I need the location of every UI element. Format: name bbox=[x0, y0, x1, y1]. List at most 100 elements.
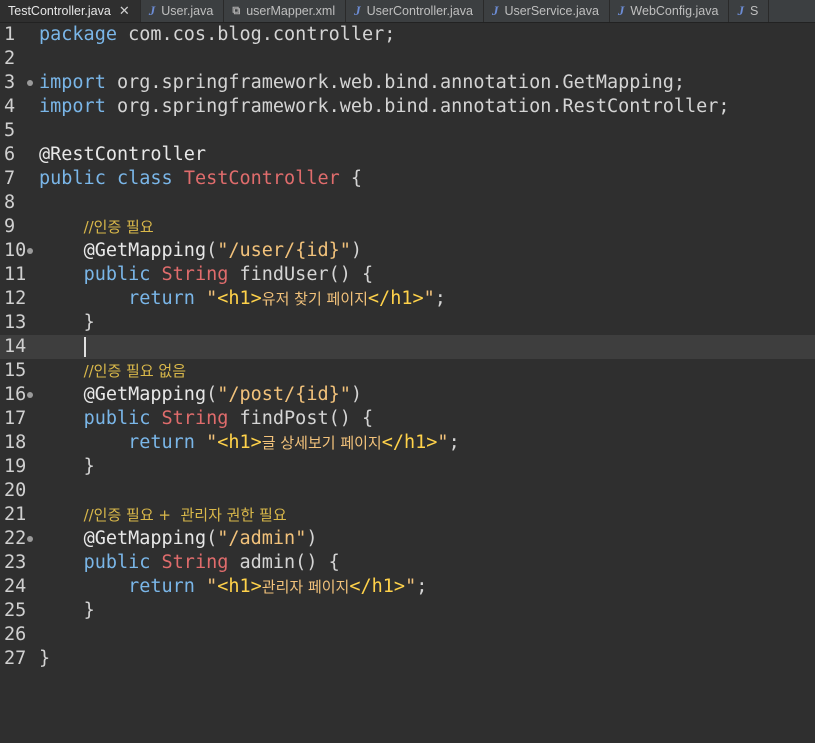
tab-user-java[interactable]: J User.java bbox=[141, 0, 225, 22]
line-number: 16 bbox=[4, 384, 27, 405]
line-number: 2 bbox=[4, 48, 16, 69]
line-number: 5 bbox=[4, 120, 16, 141]
paren: ) bbox=[350, 240, 363, 261]
current-line[interactable]: 14 bbox=[0, 335, 815, 359]
code-text: findUser() { bbox=[228, 264, 374, 285]
keyword: public bbox=[83, 264, 151, 285]
paren: ) bbox=[350, 384, 363, 405]
code-text: } bbox=[39, 648, 51, 669]
semicolon: ; bbox=[448, 432, 460, 453]
line-number: 10 bbox=[4, 240, 27, 261]
keyword: return bbox=[128, 576, 195, 597]
code-line: 26 bbox=[0, 623, 815, 647]
code-line: 12 return "<h1>유저 찾기 페이지</h1>"; bbox=[0, 287, 815, 311]
comment: //인증 필요 bbox=[83, 218, 154, 236]
code-text: com.cos.blog.controller; bbox=[116, 24, 396, 45]
java-file-icon: J bbox=[737, 3, 744, 18]
code-text: admin() { bbox=[228, 552, 340, 573]
annotation: @GetMapping bbox=[83, 384, 207, 405]
code-text: findPost() { bbox=[228, 408, 374, 429]
tab-label: User.java bbox=[161, 4, 214, 18]
quote: " bbox=[206, 432, 218, 453]
code-line: 6 @RestController bbox=[0, 143, 815, 167]
html-tag: </h1> bbox=[367, 288, 424, 309]
code-line: 9 //인증 필요 bbox=[0, 215, 815, 239]
tab-usermapper-xml[interactable]: ⧉ userMapper.xml bbox=[224, 0, 347, 22]
code-line: 13 } bbox=[0, 311, 815, 335]
line-number: 23 bbox=[4, 552, 27, 573]
line-number: 4 bbox=[4, 96, 16, 117]
semicolon: ; bbox=[434, 288, 446, 309]
java-file-icon: J bbox=[354, 3, 361, 18]
java-file-icon: J bbox=[491, 3, 499, 18]
annotation: @GetMapping bbox=[83, 528, 207, 549]
code-line: 5 bbox=[0, 119, 815, 143]
code-editor[interactable]: 1 package com.cos.blog.controller; 2 3 i… bbox=[0, 23, 815, 671]
line-number: 7 bbox=[4, 168, 16, 189]
class-name: String bbox=[161, 552, 229, 573]
line-number: 12 bbox=[4, 288, 27, 309]
line-number: 17 bbox=[4, 408, 27, 429]
fold-toggle-icon[interactable] bbox=[27, 392, 33, 398]
line-number: 26 bbox=[4, 624, 27, 645]
annotation: @GetMapping bbox=[83, 240, 207, 261]
code-text: } bbox=[83, 456, 95, 477]
close-icon[interactable]: ✕ bbox=[119, 3, 130, 19]
tab-webconfig-java[interactable]: J WebConfig.java bbox=[610, 0, 730, 22]
fold-toggle-icon[interactable] bbox=[27, 80, 33, 86]
html-tag: </h1> bbox=[349, 576, 406, 597]
paren: ( bbox=[206, 240, 218, 261]
quote: " bbox=[423, 288, 435, 309]
comment: //인증 필요 없음 bbox=[83, 362, 187, 380]
keyword: class bbox=[116, 168, 173, 189]
code-line: 7 public class TestController { bbox=[0, 167, 815, 191]
line-number: 8 bbox=[4, 192, 16, 213]
code-line: 22 @GetMapping("/admin") bbox=[0, 527, 815, 551]
tab-userservice-java[interactable]: J UserService.java bbox=[484, 0, 610, 22]
code-line: 15 //인증 필요 없음 bbox=[0, 359, 815, 383]
tab-label: WebConfig.java bbox=[630, 4, 719, 18]
fold-toggle-icon[interactable] bbox=[27, 248, 33, 254]
quote: " bbox=[437, 432, 449, 453]
code-line: 3 import org.springframework.web.bind.an… bbox=[0, 71, 815, 95]
tab-overflow-partial[interactable]: J S bbox=[729, 0, 770, 22]
line-number: 18 bbox=[4, 432, 27, 453]
string-text: 관리자 페이지 bbox=[261, 578, 350, 596]
tab-label: UserService.java bbox=[504, 4, 599, 18]
annotation: @RestController bbox=[39, 144, 207, 165]
tab-testcontroller-java[interactable]: TestController.java ✕ bbox=[0, 0, 141, 22]
code-line: 10 @GetMapping("/user/{id}") bbox=[0, 239, 815, 263]
tab-label: S bbox=[749, 4, 759, 18]
xml-file-icon: ⧉ bbox=[232, 4, 241, 17]
code-text: } bbox=[83, 600, 95, 621]
paren: ) bbox=[306, 528, 318, 549]
code-text: } bbox=[83, 312, 95, 333]
tab-label: UserController.java bbox=[366, 4, 473, 18]
tab-label: TestController.java bbox=[8, 4, 111, 18]
java-file-icon: J bbox=[148, 3, 156, 18]
quote: " bbox=[405, 576, 417, 597]
tab-usercontroller-java[interactable]: J UserController.java bbox=[346, 0, 484, 22]
comment: //인증 필요 + 관리자 권한 필요 bbox=[83, 506, 287, 524]
code-text: { bbox=[339, 168, 363, 189]
line-number: 21 bbox=[4, 504, 27, 525]
keyword: return bbox=[128, 432, 195, 453]
tab-label: userMapper.xml bbox=[246, 4, 336, 18]
quote: " bbox=[206, 288, 218, 309]
line-number: 15 bbox=[4, 360, 27, 381]
line-number: 14 bbox=[4, 336, 27, 357]
line-number: 20 bbox=[4, 480, 27, 501]
code-line: 2 bbox=[0, 47, 815, 71]
keyword: package bbox=[39, 24, 117, 45]
paren: ( bbox=[206, 384, 218, 405]
string-text: 유저 찾기 페이지 bbox=[261, 290, 368, 308]
line-number: 19 bbox=[4, 456, 27, 477]
code-line: 25 } bbox=[0, 599, 815, 623]
editor-tab-bar: TestController.java ✕ J User.java ⧉ user… bbox=[0, 0, 815, 23]
class-name: TestController bbox=[183, 168, 340, 189]
code-line: 21 //인증 필요 + 관리자 권한 필요 bbox=[0, 503, 815, 527]
line-number: 24 bbox=[4, 576, 27, 597]
fold-toggle-icon[interactable] bbox=[27, 536, 33, 542]
html-tag: <h1> bbox=[217, 432, 262, 453]
class-name: String bbox=[161, 264, 229, 285]
